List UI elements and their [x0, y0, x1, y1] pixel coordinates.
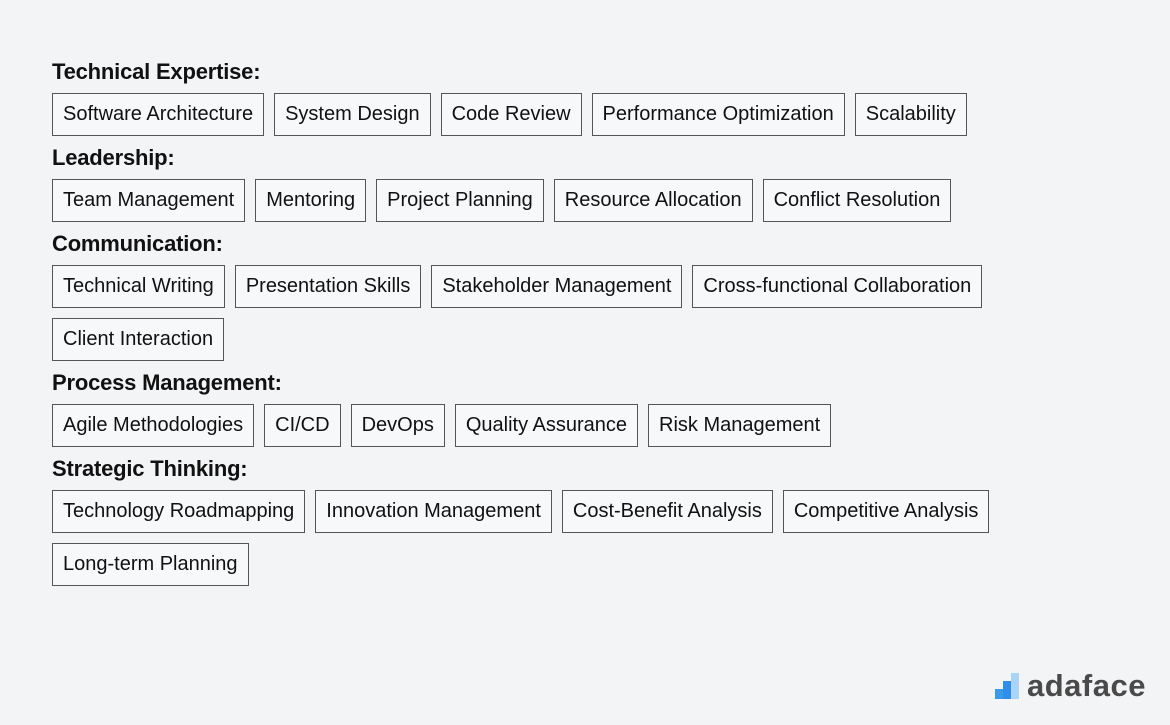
section-leadership: Leadership: Team Management Mentoring Pr…: [52, 144, 1132, 222]
skill-tag: Presentation Skills: [234, 265, 422, 308]
skill-tag: Quality Assurance: [454, 404, 639, 447]
skill-tag: Mentoring: [255, 179, 367, 222]
tag-list: Team Management Mentoring Project Planni…: [52, 179, 1132, 222]
bar-steps-icon: [995, 673, 1019, 699]
section-heading: Strategic Thinking:: [52, 456, 248, 481]
skill-tag: Technical Writing: [52, 265, 225, 308]
tag-list: Technical Writing Presentation Skills St…: [52, 265, 1132, 361]
skill-tag: Performance Optimization: [591, 93, 845, 136]
skill-tag: Team Management: [52, 179, 246, 222]
section-heading: Process Management:: [52, 370, 282, 395]
skill-tag: System Design: [274, 93, 431, 136]
section-process-management: Process Management: Agile Methodologies …: [52, 369, 1132, 447]
skill-tag: Agile Methodologies: [52, 404, 255, 447]
skill-tag: Resource Allocation: [553, 179, 753, 222]
logo-text: adaface: [1027, 668, 1146, 703]
section-heading: Communication:: [52, 231, 223, 256]
section-heading: Technical Expertise:: [52, 59, 261, 84]
skill-tag: Stakeholder Management: [431, 265, 683, 308]
skill-tag: Scalability: [854, 93, 967, 136]
skill-tag: Competitive Analysis: [782, 490, 990, 533]
adaface-logo: adaface: [995, 668, 1146, 704]
skill-tag: Cost-Benefit Analysis: [561, 490, 773, 533]
skill-tag: Client Interaction: [52, 318, 225, 361]
skill-tag: Cross-functional Collaboration: [692, 265, 983, 308]
tag-list: Technology Roadmapping Innovation Manage…: [52, 490, 1132, 586]
section-communication: Communication: Technical Writing Present…: [52, 230, 1132, 361]
section-heading: Leadership:: [52, 145, 175, 170]
skills-list: Technical Expertise: Software Architectu…: [52, 58, 1132, 594]
skill-tag: Technology Roadmapping: [52, 490, 306, 533]
skill-tag: DevOps: [350, 404, 445, 447]
tag-list: Software Architecture System Design Code…: [52, 93, 1132, 136]
section-strategic-thinking: Strategic Thinking: Technology Roadmappi…: [52, 455, 1132, 586]
section-technical-expertise: Technical Expertise: Software Architectu…: [52, 58, 1132, 136]
skill-tag: Long-term Planning: [52, 543, 249, 586]
skill-tag: Project Planning: [376, 179, 544, 222]
skill-tag: CI/CD: [264, 404, 341, 447]
skill-tag: Innovation Management: [315, 490, 552, 533]
tag-list: Agile Methodologies CI/CD DevOps Quality…: [52, 404, 1132, 447]
skill-tag: Conflict Resolution: [762, 179, 952, 222]
skill-tag: Software Architecture: [52, 93, 265, 136]
skill-tag: Risk Management: [648, 404, 832, 447]
skill-tag: Code Review: [440, 93, 582, 136]
